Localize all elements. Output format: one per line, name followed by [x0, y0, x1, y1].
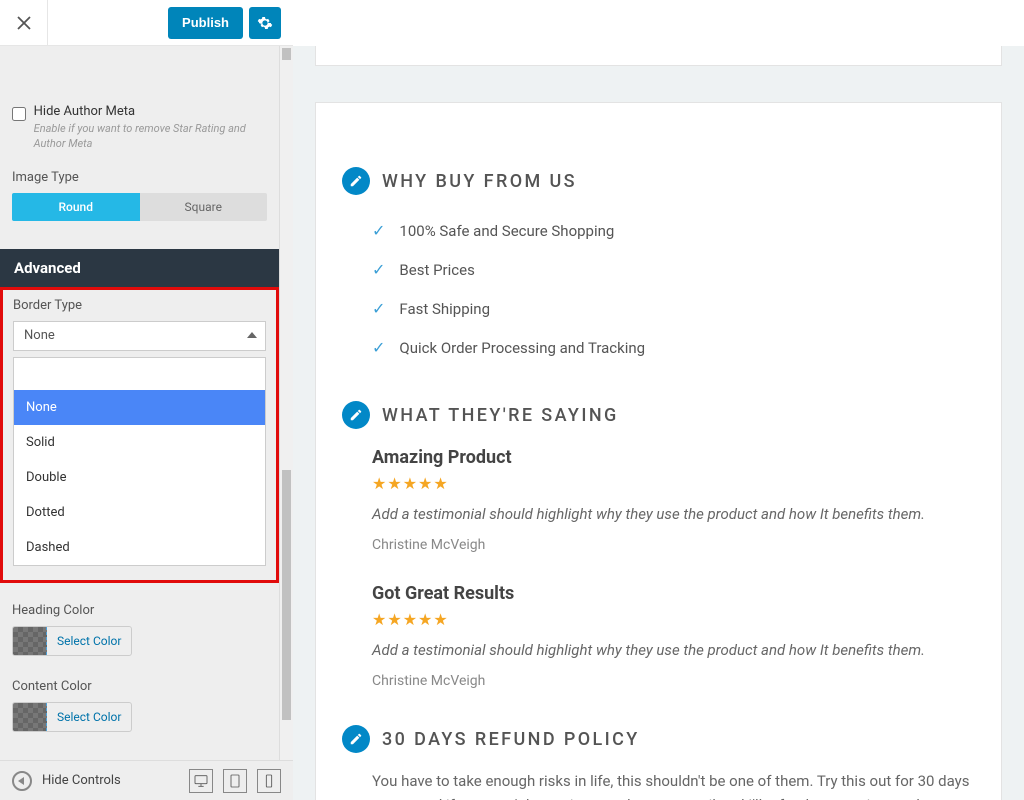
- image-type-segmented: Round Square: [12, 193, 267, 221]
- image-type-label: Image Type: [12, 170, 267, 185]
- testimonial-author: Christine McVeigh: [372, 673, 975, 689]
- star-rating-icon: ★★★★★: [372, 474, 975, 493]
- border-type-dropdown: None Solid Double Dotted Dashed: [13, 357, 266, 566]
- hide-controls-label[interactable]: Hide Controls: [42, 773, 179, 788]
- refund-title: 30 DAYS REFUND POLICY: [382, 729, 640, 750]
- heading-color-label: Heading Color: [12, 603, 267, 618]
- topbar: Publish: [0, 0, 293, 46]
- refund-body: You have to take enough risks in life, t…: [342, 769, 975, 800]
- close-button[interactable]: [0, 0, 48, 46]
- check-icon: ✓: [372, 260, 385, 279]
- why-buy-header: WHY BUY FROM US: [342, 167, 975, 195]
- content-color-label: Content Color: [12, 679, 267, 694]
- preview-card: WHY BUY FROM US ✓100% Safe and Secure Sh…: [315, 102, 1002, 800]
- testimonial-body: Add a testimonial should highlight why t…: [372, 505, 975, 523]
- list-item: ✓Quick Order Processing and Tracking: [342, 328, 975, 367]
- testimonial: Got Great Results ★★★★★ Add a testimonia…: [342, 583, 975, 689]
- border-type-label: Border Type: [13, 298, 266, 313]
- chevron-up-icon: [247, 332, 257, 338]
- desktop-icon: [193, 773, 209, 789]
- heading-color-picker[interactable]: Select Color: [12, 626, 132, 656]
- image-type-square[interactable]: Square: [140, 193, 268, 221]
- edit-section-saying[interactable]: [342, 401, 370, 429]
- content-color-swatch: [13, 703, 47, 731]
- pencil-icon: [349, 408, 363, 422]
- sidebar: Hide Author Meta Enable if you want to r…: [0, 46, 293, 800]
- border-option-none[interactable]: None: [14, 390, 265, 425]
- check-icon: ✓: [372, 338, 385, 357]
- scrollbar-thumb-top[interactable]: [282, 48, 291, 60]
- sidebar-scrollbar[interactable]: [279, 46, 293, 760]
- sidebar-footer: Hide Controls: [0, 760, 293, 800]
- edit-section-why[interactable]: [342, 167, 370, 195]
- border-option-dotted[interactable]: Dotted: [14, 495, 265, 530]
- publish-button[interactable]: Publish: [168, 7, 243, 39]
- check-icon: ✓: [372, 299, 385, 318]
- device-mobile[interactable]: [257, 769, 281, 793]
- testimonial-title: Got Great Results: [372, 583, 975, 604]
- content-color-picker[interactable]: Select Color: [12, 702, 132, 732]
- saying-title: WHAT THEY'RE SAYING: [382, 405, 619, 426]
- border-type-group: Border Type None None Solid Double Dotte…: [0, 287, 279, 583]
- refund-header: 30 DAYS REFUND POLICY: [342, 725, 975, 753]
- collapse-icon[interactable]: [12, 771, 32, 791]
- pencil-icon: [349, 732, 363, 746]
- testimonial: Amazing Product ★★★★★ Add a testimonial …: [342, 447, 975, 553]
- list-item: ✓100% Safe and Secure Shopping: [342, 211, 975, 250]
- edit-section-refund[interactable]: [342, 725, 370, 753]
- preview-card-top: [315, 46, 1002, 66]
- border-option-dashed[interactable]: Dashed: [14, 530, 265, 565]
- preview-area: WHY BUY FROM US ✓100% Safe and Secure Sh…: [293, 46, 1024, 800]
- why-buy-title: WHY BUY FROM US: [382, 171, 577, 192]
- section-advanced[interactable]: Advanced: [0, 249, 279, 287]
- border-type-select[interactable]: None: [13, 321, 266, 351]
- settings-button[interactable]: [249, 7, 281, 39]
- testimonial-author: Christine McVeigh: [372, 537, 975, 553]
- saying-header: WHAT THEY'RE SAYING: [342, 401, 975, 429]
- device-tablet[interactable]: [223, 769, 247, 793]
- scrollbar-thumb-main[interactable]: [282, 470, 291, 720]
- pencil-icon: [349, 174, 363, 188]
- content-color-button[interactable]: Select Color: [47, 703, 131, 731]
- hide-author-meta-row: Hide Author Meta Enable if you want to r…: [12, 104, 267, 152]
- border-option-double[interactable]: Double: [14, 460, 265, 495]
- star-rating-icon: ★★★★★: [372, 610, 975, 629]
- mobile-icon: [261, 773, 277, 789]
- hide-author-meta-desc: Enable if you want to remove Star Rating…: [34, 122, 267, 152]
- testimonial-title: Amazing Product: [372, 447, 975, 468]
- hide-author-meta-label: Hide Author Meta: [34, 104, 267, 119]
- hide-author-meta-checkbox[interactable]: [12, 106, 26, 122]
- tablet-icon: [227, 773, 243, 789]
- border-option-solid[interactable]: Solid: [14, 425, 265, 460]
- border-type-search[interactable]: [14, 358, 265, 390]
- why-buy-list: ✓100% Safe and Secure Shopping ✓Best Pri…: [342, 211, 975, 367]
- heading-color-swatch: [13, 627, 47, 655]
- list-item: ✓Best Prices: [342, 250, 975, 289]
- image-type-round[interactable]: Round: [12, 193, 140, 221]
- device-desktop[interactable]: [189, 769, 213, 793]
- gear-icon: [257, 15, 273, 31]
- check-icon: ✓: [372, 221, 385, 240]
- heading-color-button[interactable]: Select Color: [47, 627, 131, 655]
- testimonial-body: Add a testimonial should highlight why t…: [372, 641, 975, 659]
- list-item: ✓Fast Shipping: [342, 289, 975, 328]
- close-icon: [16, 15, 32, 31]
- border-type-value: None: [24, 328, 55, 343]
